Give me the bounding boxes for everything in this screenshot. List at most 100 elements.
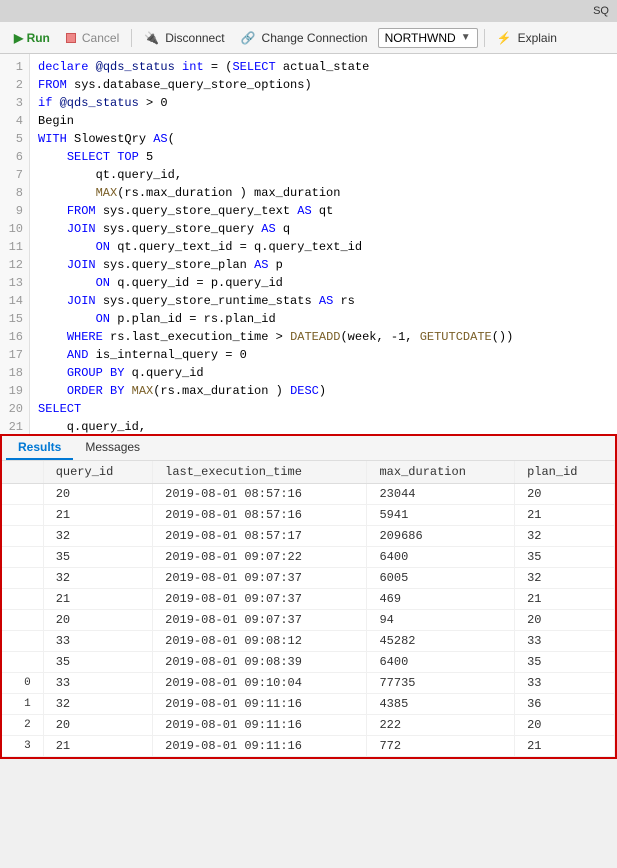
title-bar: SQ (0, 0, 617, 22)
table-row: 32 2019-08-01 09:07:37 6005 32 (2, 568, 615, 589)
row-num (2, 610, 43, 631)
change-connection-button[interactable]: 🔗 Change Connection (235, 29, 374, 47)
row-num: 3 (2, 736, 43, 757)
row-num (2, 652, 43, 673)
row-num (2, 547, 43, 568)
cell-query-id: 32 (43, 526, 152, 547)
cell-max-dur: 469 (367, 589, 515, 610)
cell-query-id: 33 (43, 673, 152, 694)
cell-last-exec: 2019-08-01 09:08:39 (153, 652, 367, 673)
cell-max-dur: 77735 (367, 673, 515, 694)
explain-icon: ⚡ (497, 31, 512, 45)
change-connection-label: Change Connection (262, 31, 368, 45)
row-num (2, 526, 43, 547)
line-numbers: 12345 678910 1112131415 1617181920 2122 (0, 54, 30, 434)
cell-last-exec: 2019-08-01 09:07:37 (153, 568, 367, 589)
explain-label: Explain (518, 31, 557, 45)
cell-max-dur: 209686 (367, 526, 515, 547)
cell-query-id: 21 (43, 589, 152, 610)
db-name: NORTHWND (385, 31, 456, 45)
chevron-down-icon: ▼ (461, 32, 471, 43)
cell-max-dur: 6005 (367, 568, 515, 589)
cell-last-exec: 2019-08-01 08:57:16 (153, 505, 367, 526)
table-row: 20 2019-08-01 08:57:16 23044 20 (2, 484, 615, 505)
col-plan-id: plan_id (515, 461, 615, 484)
cell-query-id: 33 (43, 631, 152, 652)
cell-last-exec: 2019-08-01 09:08:12 (153, 631, 367, 652)
table-row: 1 32 2019-08-01 09:11:16 4385 36 (2, 694, 615, 715)
col-last-exec: last_execution_time (153, 461, 367, 484)
run-button[interactable]: ▶ Run (8, 29, 56, 47)
disconnect-label: Disconnect (165, 31, 224, 45)
cell-last-exec: 2019-08-01 09:11:16 (153, 736, 367, 757)
tab-messages[interactable]: Messages (73, 436, 152, 460)
table-row: 33 2019-08-01 09:08:12 45282 33 (2, 631, 615, 652)
cell-last-exec: 2019-08-01 09:11:16 (153, 694, 367, 715)
run-label: ▶ Run (14, 31, 50, 45)
change-connection-icon: 🔗 (241, 31, 256, 45)
row-num (2, 631, 43, 652)
cell-plan-id: 32 (515, 568, 615, 589)
disconnect-button[interactable]: 🔌 Disconnect (138, 29, 230, 47)
table-row: 35 2019-08-01 09:08:39 6400 35 (2, 652, 615, 673)
cell-last-exec: 2019-08-01 08:57:17 (153, 526, 367, 547)
cell-last-exec: 2019-08-01 09:10:04 (153, 673, 367, 694)
cell-plan-id: 36 (515, 694, 615, 715)
cell-plan-id: 21 (515, 589, 615, 610)
table-row: 0 33 2019-08-01 09:10:04 77735 33 (2, 673, 615, 694)
db-dropdown[interactable]: NORTHWND ▼ (378, 28, 478, 48)
row-num: 1 (2, 694, 43, 715)
results-tabs: Results Messages (2, 436, 615, 461)
cell-query-id: 35 (43, 547, 152, 568)
table-row: 21 2019-08-01 08:57:16 5941 21 (2, 505, 615, 526)
cell-plan-id: 33 (515, 631, 615, 652)
col-rownum (2, 461, 43, 484)
disconnect-icon: 🔌 (144, 31, 159, 45)
table-row: 35 2019-08-01 09:07:22 6400 35 (2, 547, 615, 568)
cell-plan-id: 20 (515, 715, 615, 736)
results-table: query_id last_execution_time max_duratio… (2, 461, 615, 757)
table-row: 32 2019-08-01 08:57:17 209686 32 (2, 526, 615, 547)
col-query-id: query_id (43, 461, 152, 484)
cell-plan-id: 35 (515, 652, 615, 673)
cell-query-id: 20 (43, 484, 152, 505)
row-num (2, 484, 43, 505)
cell-plan-id: 21 (515, 736, 615, 757)
cell-query-id: 32 (43, 568, 152, 589)
separator-1 (131, 29, 132, 47)
cancel-button[interactable]: Cancel (60, 29, 125, 47)
cell-query-id: 32 (43, 694, 152, 715)
results-table-container[interactable]: query_id last_execution_time max_duratio… (2, 461, 615, 757)
cell-query-id: 21 (43, 505, 152, 526)
tab-results[interactable]: Results (6, 436, 73, 460)
code-area: 12345 678910 1112131415 1617181920 2122 … (0, 54, 617, 434)
cell-last-exec: 2019-08-01 08:57:16 (153, 484, 367, 505)
cell-max-dur: 94 (367, 610, 515, 631)
cell-max-dur: 222 (367, 715, 515, 736)
cell-max-dur: 6400 (367, 547, 515, 568)
cell-plan-id: 33 (515, 673, 615, 694)
cell-plan-id: 20 (515, 610, 615, 631)
cell-max-dur: 6400 (367, 652, 515, 673)
title-bar-right: SQ (593, 5, 609, 17)
row-num: 2 (2, 715, 43, 736)
cell-query-id: 35 (43, 652, 152, 673)
explain-button[interactable]: ⚡ Explain (491, 29, 563, 47)
cell-last-exec: 2019-08-01 09:11:16 (153, 715, 367, 736)
cell-last-exec: 2019-08-01 09:07:22 (153, 547, 367, 568)
cell-max-dur: 4385 (367, 694, 515, 715)
row-num: 0 (2, 673, 43, 694)
cancel-icon (66, 33, 76, 43)
toolbar: ▶ Run Cancel 🔌 Disconnect 🔗 Change Conne… (0, 22, 617, 54)
results-panel: Results Messages query_id last_execution… (0, 434, 617, 759)
row-num (2, 505, 43, 526)
table-row: 21 2019-08-01 09:07:37 469 21 (2, 589, 615, 610)
cell-plan-id: 35 (515, 547, 615, 568)
code-content[interactable]: declare @qds_status int = (SELECT actual… (30, 54, 617, 434)
table-row: 20 2019-08-01 09:07:37 94 20 (2, 610, 615, 631)
cell-last-exec: 2019-08-01 09:07:37 (153, 610, 367, 631)
table-row: 2 20 2019-08-01 09:11:16 222 20 (2, 715, 615, 736)
cell-max-dur: 5941 (367, 505, 515, 526)
cell-query-id: 20 (43, 610, 152, 631)
cell-query-id: 21 (43, 736, 152, 757)
